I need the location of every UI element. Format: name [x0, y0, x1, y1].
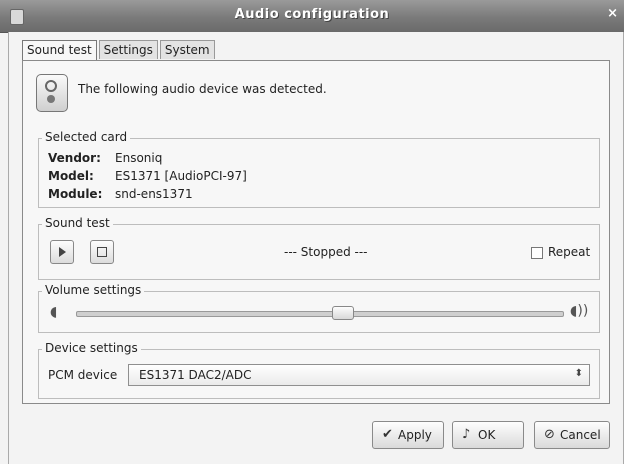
select-arrow-icon: ⬍ — [574, 368, 583, 379]
volume-high-icon: ◖)) — [570, 303, 589, 319]
stop-button[interactable] — [90, 240, 114, 264]
module-key: Module: — [48, 187, 103, 201]
apply-label: Apply — [398, 428, 432, 442]
repeat-checkbox[interactable] — [531, 247, 543, 259]
apply-button[interactable]: ✔ Apply — [372, 421, 444, 449]
title-bar[interactable]: Audio configuration × — [0, 0, 624, 33]
tab-bar: Sound test Settings System — [22, 40, 217, 61]
pcm-device-label: PCM device — [48, 368, 118, 382]
checkmark-icon: ✔ — [382, 427, 393, 442]
sound-test-label: Sound test — [42, 216, 113, 230]
tab-sound-test[interactable]: Sound test — [22, 40, 97, 61]
cancel-label: Cancel — [560, 428, 601, 442]
model-key: Model: — [48, 169, 94, 183]
detected-message: The following audio device was detected. — [78, 82, 327, 96]
tab-system[interactable]: System — [159, 40, 215, 59]
volume-low-icon: ◖ — [50, 304, 58, 320]
close-icon[interactable]: × — [607, 6, 618, 21]
ok-label: OK — [478, 428, 496, 442]
window-title: Audio configuration — [234, 7, 390, 22]
ok-button[interactable]: ♪ OK — [452, 421, 524, 449]
vendor-value: Ensoniq — [115, 151, 163, 165]
cancel-button[interactable]: ⊘ Cancel — [534, 421, 610, 449]
ok-icon: ♪ — [462, 427, 471, 442]
repeat-label[interactable]: Repeat — [548, 245, 590, 259]
module-value: snd-ens1371 — [115, 187, 193, 201]
play-icon — [59, 247, 66, 257]
cancel-icon: ⊘ — [544, 427, 555, 442]
device-label: Device settings — [42, 341, 141, 355]
play-button[interactable] — [50, 240, 74, 264]
tab-settings[interactable]: Settings — [98, 40, 158, 59]
vendor-key: Vendor: — [48, 151, 101, 165]
volume-label: Volume settings — [42, 283, 145, 297]
pcm-device-select[interactable]: ES1371 DAC2/ADC ⬍ — [128, 364, 590, 386]
selected-card-label: Selected card — [42, 130, 131, 144]
volume-slider-thumb[interactable] — [332, 306, 354, 320]
pcm-device-value: ES1371 DAC2/ADC — [139, 368, 252, 382]
stop-icon — [97, 247, 107, 257]
volume-slider-track[interactable] — [76, 311, 564, 317]
model-value: ES1371 [AudioPCI-97] — [115, 169, 247, 183]
speaker-icon — [36, 74, 68, 112]
playback-status: --- Stopped --- — [284, 245, 368, 259]
